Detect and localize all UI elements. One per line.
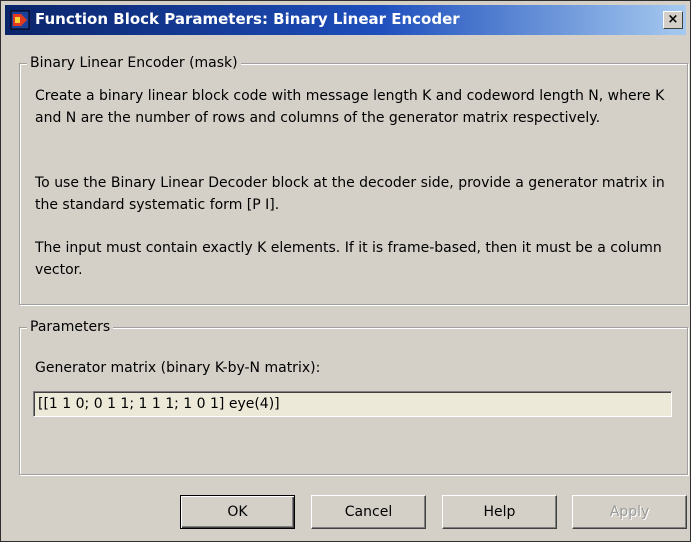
parameters-group-legend: Parameters — [27, 318, 114, 336]
generator-matrix-input[interactable] — [33, 391, 672, 417]
description-paragraph-1: Create a binary linear block code with m… — [35, 88, 665, 126]
close-icon[interactable]: × — [663, 11, 683, 29]
ok-button[interactable]: OK — [180, 495, 295, 529]
parameters-group: Parameters Generator matrix (binary K-by… — [19, 318, 688, 475]
help-button[interactable]: Help — [442, 495, 557, 529]
dialog-window: Function Block Parameters: Binary Linear… — [0, 0, 691, 542]
title-bar[interactable]: Function Block Parameters: Binary Linear… — [5, 5, 686, 35]
description-group: Binary Linear Encoder (mask) Create a bi… — [19, 54, 688, 305]
generator-matrix-label: Generator matrix (binary K-by-N matrix): — [35, 360, 321, 376]
description-paragraph-2: To use the Binary Linear Decoder block a… — [35, 175, 665, 213]
simulink-block-icon — [10, 10, 30, 30]
description-paragraph-3: The input must contain exactly K element… — [35, 240, 662, 278]
cancel-button[interactable]: Cancel — [311, 495, 426, 529]
apply-button[interactable]: Apply — [572, 495, 687, 529]
window-title: Function Block Parameters: Binary Linear… — [35, 10, 460, 28]
description-group-legend: Binary Linear Encoder (mask) — [27, 54, 241, 72]
